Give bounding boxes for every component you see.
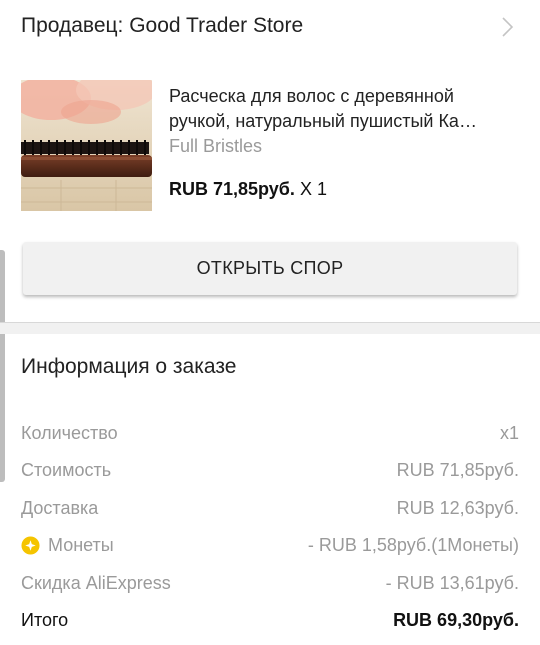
section-divider [0, 322, 540, 334]
row-label-with-icon: Монеты [21, 535, 114, 556]
product-title[interactable]: Расческа для волос с деревянной ручкой, … [169, 84, 519, 134]
open-dispute-button[interactable]: ОТКРЫТЬ СПОР [23, 242, 517, 295]
row-label: Скидка AliExpress [21, 573, 171, 593]
product-thumbnail[interactable] [21, 80, 152, 211]
product-variant: Full Bristles [169, 136, 263, 156]
row-label: Монеты [48, 535, 114, 555]
order-info-title: Информация о заказе [21, 355, 237, 378]
order-row-shipping: Доставка RUB 12,63руб. [21, 498, 519, 524]
order-row-total: Итого RUB 69,30руб. [21, 610, 519, 636]
coin-icon [21, 536, 40, 555]
scrollbar[interactable] [0, 250, 5, 482]
seller-row[interactable]: Продавец: Good Trader Store [0, 0, 540, 56]
row-label: Стоимость [21, 460, 112, 480]
seller-name: Продавец: Good Trader Store [21, 14, 304, 37]
product-price-line: RUB 71,85руб. X 1 [169, 179, 327, 200]
order-row-discount: Скидка AliExpress - RUB 13,61руб. [21, 573, 519, 599]
row-value: RUB 71,85руб. [396, 460, 519, 480]
product-quantity: X 1 [299, 179, 327, 199]
row-label: Доставка [21, 498, 99, 518]
row-label: Итого [21, 610, 69, 630]
product-item[interactable]: Расческа для волос с деревянной ручкой, … [0, 78, 540, 218]
row-value: - RUB 13,61руб. [385, 573, 519, 593]
product-price: RUB 71,85руб. [169, 179, 295, 199]
row-value: RUB 12,63руб. [396, 498, 519, 518]
row-value: x1 [499, 423, 519, 443]
order-row-coins: Монеты - RUB 1,58руб.(1Монеты) [21, 535, 519, 561]
row-value: - RUB 1,58руб.(1Монеты) [307, 535, 519, 555]
order-row-quantity: Количество x1 [21, 423, 519, 449]
row-label: Количество [21, 423, 118, 443]
total-value: RUB 69,30руб. [393, 610, 519, 630]
order-row-cost: Стоимость RUB 71,85руб. [21, 460, 519, 486]
chevron-right-icon [502, 17, 514, 37]
